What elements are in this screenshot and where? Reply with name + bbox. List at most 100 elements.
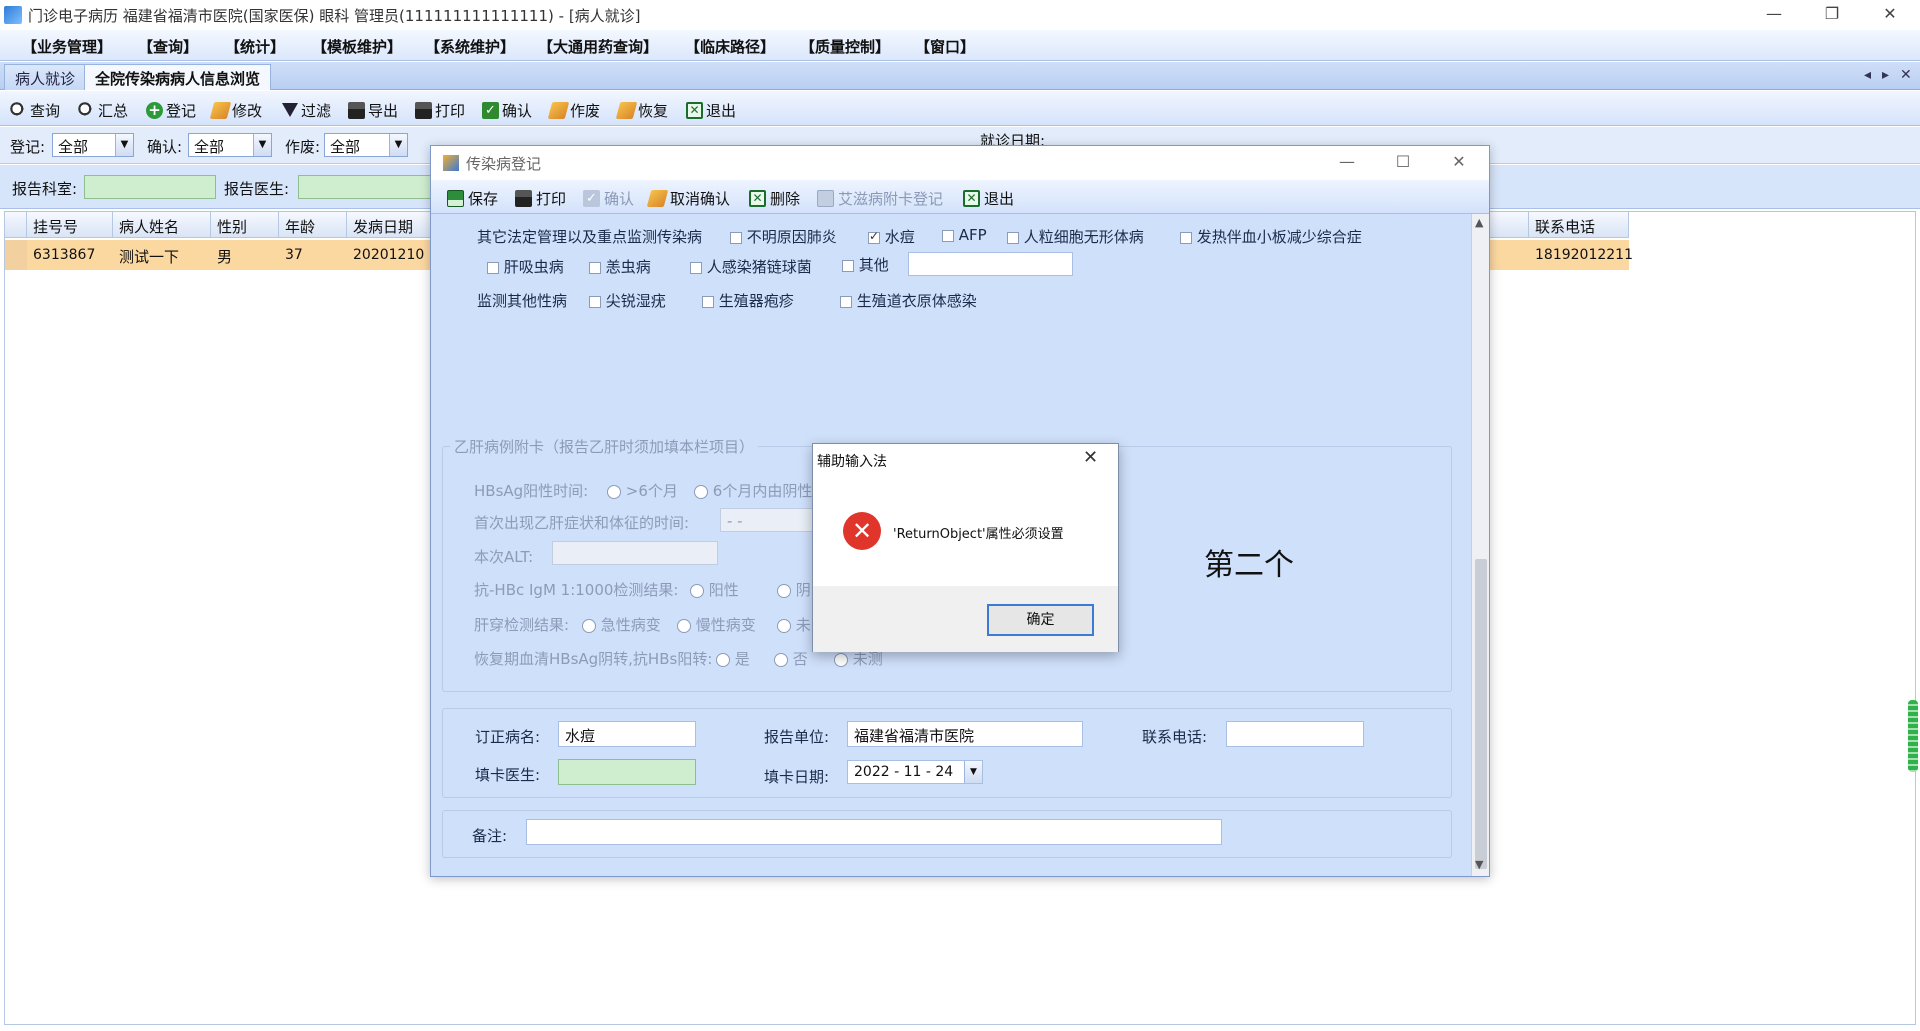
restore-button[interactable]: ❐ (1803, 0, 1861, 30)
grid-header-name[interactable]: 病人姓名 (113, 212, 211, 238)
report-doctor-input[interactable] (298, 175, 432, 199)
option-afp[interactable]: AFP (942, 226, 987, 244)
scroll-down-icon[interactable]: ▼ (1475, 858, 1483, 871)
restore-record-button[interactable]: 恢复 (615, 99, 668, 121)
anti-hbc-positive[interactable]: 阳性 (690, 579, 739, 600)
summary-button[interactable]: 汇总 (78, 99, 128, 121)
liver-biopsy-label: 肝穿检测结果: (474, 616, 570, 634)
edit-button[interactable]: 修改 (209, 99, 262, 121)
option-strep-suis[interactable]: 人感染猪链球菌 (690, 256, 812, 277)
grid-select-header[interactable] (5, 212, 27, 238)
option-unknown-pneumonia[interactable]: 不明原因肺炎 (730, 226, 837, 247)
recovery-yes[interactable]: 是 (716, 648, 750, 669)
void-button[interactable]: 作废 (547, 99, 600, 121)
dialog-exit-button[interactable]: ✕ 退出 (963, 188, 1014, 209)
exit-button[interactable]: ✕ 退出 (686, 99, 736, 121)
menu-statistics[interactable]: 【统计】 (225, 36, 285, 57)
tab-scroll-left-icon[interactable]: ◂ (1864, 67, 1871, 83)
menu-clinical-path[interactable]: 【临床路径】 (685, 36, 775, 57)
minimize-button[interactable]: — (1745, 0, 1803, 30)
cell-name[interactable]: 测试一下 (113, 240, 211, 270)
option-varicella[interactable]: 水痘 (868, 226, 915, 247)
option-genital-herpes[interactable]: 生殖器疱疹 (702, 290, 794, 311)
tab-patient-visit[interactable]: 病人就诊 (4, 64, 87, 90)
correct-name-input[interactable]: 水痘 (558, 721, 696, 747)
alt-input[interactable] (552, 541, 718, 565)
report-dept-input[interactable] (84, 175, 216, 199)
dialog-confirm-button[interactable]: ✓ 确认 (583, 188, 634, 209)
close-window-button[interactable]: ✕ (1861, 0, 1919, 30)
filter-button[interactable]: 过滤 (282, 99, 331, 121)
option-anaplasmosis[interactable]: 人粒细胞无形体病 (1007, 226, 1144, 247)
dialog-scrollbar[interactable]: ▲ ▼ (1471, 214, 1489, 876)
report-unit-input[interactable]: 福建省福清市医院 (847, 721, 1083, 747)
exit-icon: ✕ (963, 190, 980, 207)
fill-doctor-input[interactable] (558, 759, 696, 785)
hbsag-option-over6[interactable]: >6个月 (607, 480, 678, 501)
menu-window[interactable]: 【窗口】 (915, 36, 975, 57)
fill-date-input[interactable]: 2022 - 11 - 24 ▼ (847, 760, 983, 784)
option-chlamydia[interactable]: 生殖道衣原体感染 (840, 290, 977, 311)
tab-close-icon[interactable]: ✕ (1900, 67, 1912, 83)
dialog-maximize-button[interactable]: ☐ (1375, 146, 1431, 180)
remark-input[interactable] (526, 819, 1222, 845)
grid-header-hidden[interactable] (1489, 212, 1529, 238)
grid-header-age[interactable]: 年龄 (279, 212, 347, 238)
recovery-no[interactable]: 否 (774, 648, 808, 669)
side-scroll-indicator[interactable] (1908, 700, 1918, 772)
menu-drug-query[interactable]: 【大通用药查询】 (538, 36, 658, 57)
msgbox-close-button[interactable]: ✕ (1083, 447, 1098, 468)
contact-phone-input[interactable] (1226, 721, 1364, 747)
aids-card-button[interactable]: 艾滋病附卡登记 (817, 188, 943, 209)
option-other[interactable]: 其他 (842, 254, 889, 275)
option-clonorchiasis[interactable]: 肝吸虫病 (487, 256, 564, 277)
cell-sex[interactable]: 男 (211, 240, 279, 270)
option-sfts[interactable]: 发热伴血小板减少综合症 (1180, 226, 1362, 247)
menu-query[interactable]: 【查询】 (138, 36, 198, 57)
print-button[interactable]: 打印 (415, 99, 465, 121)
menu-template[interactable]: 【模板维护】 (312, 36, 402, 57)
query-button[interactable]: 查询 (10, 99, 60, 121)
tab-infectious-browse[interactable]: 全院传染病病人信息浏览 (84, 64, 272, 90)
dialog-close-button[interactable]: ✕ (1431, 146, 1487, 180)
liver-chronic[interactable]: 慢性病变 (677, 614, 756, 635)
hepb-card-title: 乙肝病例附卡（报告乙肝时须加填本栏项目） (450, 436, 759, 457)
chevron-down-icon: ▼ (964, 761, 982, 783)
grid-header-sex[interactable]: 性别 (211, 212, 279, 238)
register-button[interactable]: + 登记 (146, 99, 196, 121)
tab-scroll-right-icon[interactable]: ▸ (1882, 67, 1889, 83)
option-scrub-typhus[interactable]: 恙虫病 (589, 256, 651, 277)
dialog-minimize-button[interactable]: — (1319, 146, 1375, 180)
delete-button[interactable]: ✕ 删除 (749, 188, 800, 209)
eraser-icon (547, 101, 570, 119)
anti-hbc-negative[interactable]: 阴 (777, 579, 811, 600)
void-filter-select[interactable]: 全部 ▼ (324, 133, 408, 157)
export-button[interactable]: 导出 (348, 99, 398, 121)
other-disease-input[interactable] (908, 252, 1073, 276)
cell-reg-no[interactable]: 6313867 (27, 240, 113, 270)
cell-phone[interactable]: 18192012211 (1529, 240, 1633, 270)
menu-quality[interactable]: 【质量控制】 (800, 36, 890, 57)
liver-untested[interactable]: 未 (777, 614, 811, 635)
menu-business[interactable]: 【业务管理】 (22, 36, 112, 57)
cell-age[interactable]: 37 (279, 240, 347, 270)
hbsag-option-within6[interactable]: 6个月内由阴性 (694, 480, 812, 501)
cancel-confirm-button[interactable]: 取消确认 (646, 188, 730, 209)
cell-hidden[interactable] (1489, 240, 1529, 270)
liver-acute[interactable]: 急性病变 (582, 614, 661, 635)
confirm-button[interactable]: ✓ 确认 (482, 99, 532, 121)
ok-button[interactable]: 确定 (987, 604, 1094, 636)
save-button[interactable]: 保存 (447, 188, 498, 209)
register-filter-select[interactable]: 全部 ▼ (52, 133, 134, 157)
dialog-print-button[interactable]: 打印 (515, 188, 566, 209)
scroll-up-icon[interactable]: ▲ (1475, 216, 1483, 229)
option-condyloma[interactable]: 尖锐湿疣 (589, 290, 666, 311)
grid-header-onset-date[interactable]: 发病日期 (347, 212, 437, 238)
scrollbar-thumb[interactable] (1475, 559, 1487, 869)
menu-system[interactable]: 【系统维护】 (425, 36, 515, 57)
grid-header-reg-no[interactable]: 挂号号 (27, 212, 113, 238)
cell-onset-date[interactable]: 20201210 (347, 240, 437, 270)
confirm-filter-select[interactable]: 全部 ▼ (188, 133, 272, 157)
table-row-marker[interactable] (5, 240, 27, 270)
grid-header-phone[interactable]: 联系电话 (1529, 212, 1629, 238)
